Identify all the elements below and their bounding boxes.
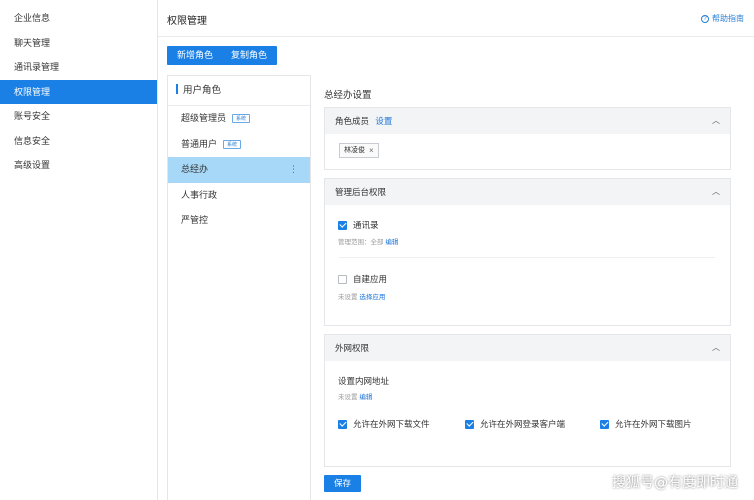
role-item-normal-user[interactable]: 普通用户 系统 (168, 132, 310, 158)
sidebar-item-permission-management[interactable]: 权限管理 (0, 79, 157, 104)
download-files-checkbox[interactable] (338, 419, 347, 429)
system-tag: 系统 (223, 139, 242, 149)
sidebar-list: 企业信息 聊天管理 通讯录管理 权限管理 账号安全 信息安全 高级设置 (0, 0, 157, 178)
contacts-label: 通讯录 (353, 220, 379, 230)
login-client-label: 允许在外网登录客户端 (480, 419, 566, 429)
role-item-hr-admin[interactable]: 人事行政 (168, 183, 310, 209)
sidebar: 企业信息 聊天管理 通讯录管理 权限管理 账号安全 信息安全 高级设置 (0, 0, 158, 500)
more-vertical-icon[interactable]: ⋮ (289, 157, 298, 183)
divider (339, 257, 715, 258)
download-images-checkbox[interactable] (600, 419, 609, 429)
external-network-title: 外网权限 (335, 343, 370, 353)
copy-role-button[interactable]: 复制角色 (221, 46, 278, 65)
sidebar-item-company-info[interactable]: 企业信息 (0, 6, 157, 31)
help-guide-link[interactable]: ? 帮助指南 (701, 13, 744, 24)
chevron-up-icon[interactable]: ︿ (712, 179, 720, 205)
watermark: 搜狐号@有度即时通 (612, 475, 738, 491)
settings-title: 总经办设置 (324, 90, 372, 101)
role-label: 超级管理员 (181, 113, 227, 123)
admin-permissions-header[interactable]: 管理后台权限 ︿ (325, 179, 730, 205)
login-client-option[interactable]: 允许在外网登录客户端 (465, 418, 565, 430)
sidebar-item-account-security[interactable]: 账号安全 (0, 104, 157, 129)
roles-panel: 用户角色 超级管理员 系统 普通用户 系统 总经办 ⋮ 人事行政 严管控 (167, 75, 311, 500)
custom-app-status: 未设置 (338, 294, 358, 301)
close-icon[interactable]: × (369, 144, 374, 157)
download-files-label: 允许在外网下载文件 (353, 419, 430, 429)
custom-app-checkbox-row[interactable]: 自建应用 (338, 273, 387, 285)
help-guide-label: 帮助指南 (712, 14, 744, 23)
contacts-edit-link[interactable]: 编辑 (385, 239, 398, 246)
download-images-option[interactable]: 允许在外网下载图片 (600, 418, 692, 430)
external-network-header[interactable]: 外网权限 ︿ (325, 335, 730, 361)
role-item-strict-control[interactable]: 严管控 (168, 208, 310, 234)
role-label: 普通用户 (181, 138, 218, 149)
page-header: 权限管理 ? 帮助指南 (158, 0, 754, 37)
add-role-button[interactable]: 新增角色 (167, 46, 224, 65)
contacts-scope-line: 管理范围：全部 编辑 (338, 236, 398, 246)
select-app-link[interactable]: 选择应用 (359, 294, 385, 301)
custom-app-checkbox[interactable] (338, 274, 347, 284)
role-label: 人事行政 (181, 189, 218, 200)
roles-title: 用户角色 (183, 85, 222, 96)
chevron-up-icon[interactable]: ︿ (712, 108, 720, 134)
system-tag: 系统 (232, 114, 251, 123)
sidebar-item-information-security[interactable]: 信息安全 (0, 129, 157, 154)
download-images-label: 允许在外网下载图片 (615, 419, 692, 429)
role-members-title: 角色成员 (335, 116, 370, 126)
main-content: 权限管理 ? 帮助指南 新增角色 复制角色 用户角色 超级管理员 系统 普通用户系… (158, 0, 754, 500)
contacts-scope-label: 管理范围：全部 (338, 239, 384, 246)
sidebar-item-contacts-management[interactable]: 通讯录管理 (0, 55, 157, 80)
role-label: 总经办 (181, 164, 209, 174)
intranet-address-label: 设置内网地址 (338, 376, 390, 386)
intranet-status-line: 未设置 编辑 (338, 391, 372, 401)
sidebar-item-advanced-settings[interactable]: 高级设置 (0, 153, 157, 178)
admin-permissions-section: 管理后台权限 ︿ 通讯录 管理范围：全部 编辑 自建应用 未设置 选择应用 (324, 178, 731, 326)
role-members-section: 角色成员 设置 ︿ 林凌俊 × (324, 107, 731, 170)
sidebar-item-chat-management[interactable]: 聊天管理 (0, 31, 157, 56)
question-circle-icon: ? (701, 14, 709, 23)
admin-permissions-title: 管理后台权限 (335, 187, 387, 197)
intranet-edit-link[interactable]: 编辑 (359, 394, 372, 401)
custom-app-label: 自建应用 (353, 274, 388, 284)
member-name: 林凌俊 (344, 147, 365, 154)
member-chip: 林凌俊 × (339, 143, 379, 158)
role-members-header[interactable]: 角色成员 设置 ︿ (325, 108, 730, 134)
title-accent-bar (176, 84, 178, 94)
chevron-up-icon[interactable]: ︿ (712, 335, 720, 361)
role-settings-panel: 总经办设置 角色成员 设置 ︿ 林凌俊 × 管理后台权限 ︿ 通讯录 管理范围：… (311, 75, 754, 500)
custom-app-status-line: 未设置 选择应用 (338, 291, 385, 301)
members-setting-link[interactable]: 设置 (375, 116, 392, 126)
role-label: 严管控 (181, 215, 209, 225)
page-title: 权限管理 (167, 16, 207, 27)
external-network-section: 外网权限 ︿ 设置内网地址 未设置 编辑 允许在外网下载文件 允许在外网登录客户… (324, 334, 731, 467)
download-files-option[interactable]: 允许在外网下载文件 (338, 418, 430, 430)
roles-header: 用户角色 (168, 76, 310, 106)
login-client-checkbox[interactable] (465, 419, 474, 429)
save-button[interactable]: 保存 (324, 475, 362, 492)
intranet-status: 未设置 (338, 394, 358, 401)
contacts-checkbox-row[interactable]: 通讯录 (338, 219, 379, 231)
role-item-super-admin[interactable]: 超级管理员 系统 (168, 106, 310, 132)
role-item-general-office[interactable]: 总经办 ⋮ (168, 157, 310, 183)
contacts-checkbox[interactable] (338, 220, 347, 230)
